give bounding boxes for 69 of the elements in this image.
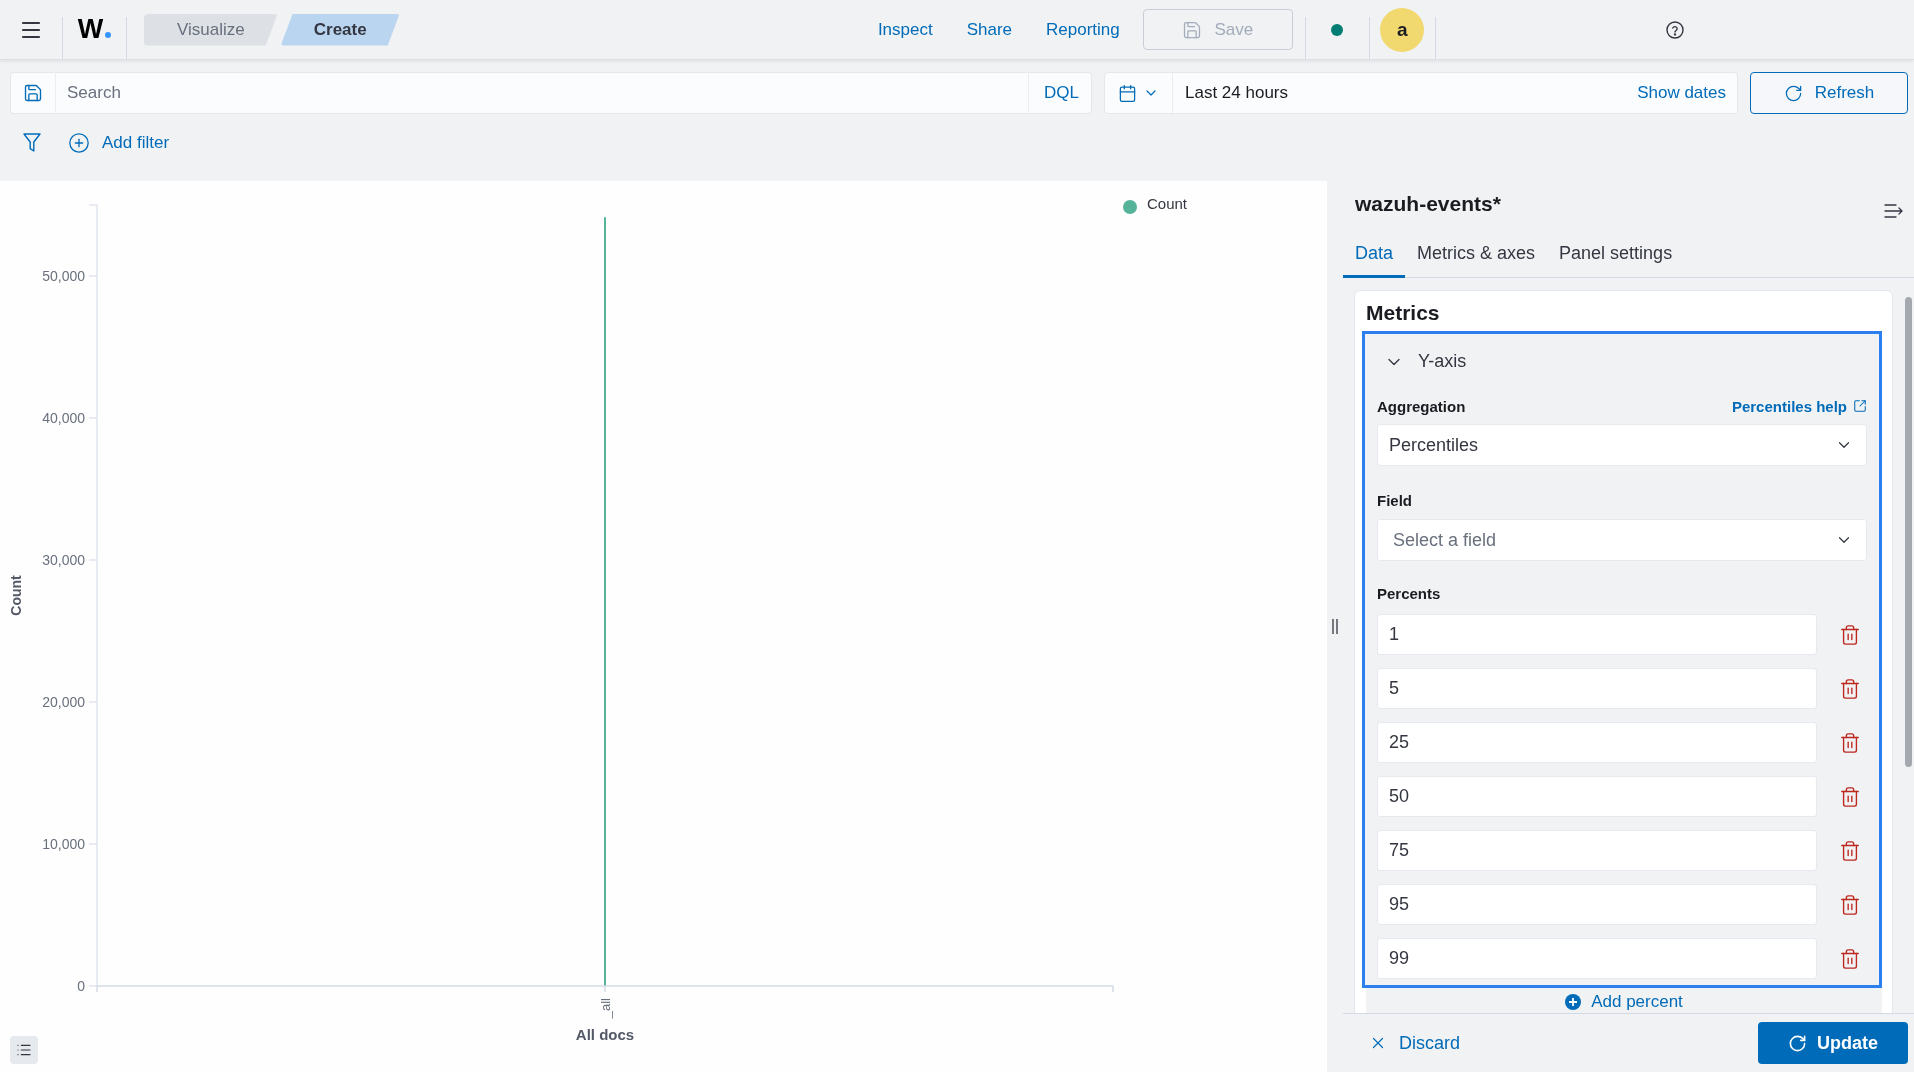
status-dot-icon <box>1331 23 1344 36</box>
plus-circle-icon <box>1565 994 1582 1010</box>
help-icon[interactable] <box>1665 20 1684 39</box>
tab[interactable]: Data <box>1343 232 1406 278</box>
collapse-panel-icon[interactable] <box>1884 204 1904 218</box>
nav-link[interactable]: Share <box>966 19 1013 40</box>
x-axis-title: All docs <box>575 1026 635 1043</box>
percent-input[interactable]: 95 <box>1377 884 1817 925</box>
trash-icon[interactable] <box>1839 731 1861 754</box>
app-logo[interactable]: W <box>77 14 112 45</box>
legend-toggle-button[interactable] <box>10 1036 38 1064</box>
trash-icon[interactable] <box>1839 623 1861 646</box>
external-link-icon <box>1853 399 1867 413</box>
add-percent-button[interactable]: Add percent <box>1565 992 1683 1012</box>
category-label: _all <box>597 998 613 1019</box>
discard-button[interactable]: Discard <box>1369 1032 1460 1054</box>
percent-input[interactable]: 25 <box>1377 722 1817 763</box>
calendar-icon <box>1118 83 1137 103</box>
nav-link[interactable]: Inspect <box>877 19 933 40</box>
percent-input[interactable]: 75 <box>1377 830 1817 871</box>
legend-label[interactable]: Count <box>1147 194 1188 212</box>
saved-query-button[interactable] <box>10 72 56 114</box>
accordion-toggle[interactable]: Y-axis <box>1377 334 1467 389</box>
trash-icon[interactable] <box>1839 947 1861 970</box>
refresh-icon <box>1788 1033 1807 1053</box>
filter-icon[interactable] <box>23 133 41 153</box>
help-link[interactable]: Percentiles help <box>1731 397 1867 415</box>
refresh-button[interactable]: Refresh <box>1750 72 1908 114</box>
refresh-icon <box>1783 83 1803 103</box>
trash-icon[interactable] <box>1839 893 1861 916</box>
show-dates-link[interactable]: Show dates <box>1626 73 1737 113</box>
add-filter-button[interactable]: Add filter <box>68 132 170 154</box>
trash-icon[interactable] <box>1839 677 1861 700</box>
resize-handle-icon[interactable] <box>1332 619 1338 634</box>
y-tick-label: 50,000 <box>42 268 85 284</box>
trash-icon[interactable] <box>1839 839 1861 862</box>
time-range-button[interactable]: Last 24 hours <box>1173 73 1627 113</box>
breadcrumb[interactable]: Visualize <box>144 13 278 46</box>
y-tick-label: 20,000 <box>42 694 85 710</box>
field-label: Aggregation <box>1377 397 1466 415</box>
plus-circle-icon <box>68 132 90 154</box>
percent-input[interactable]: 99 <box>1377 938 1817 979</box>
y-tick-label: 0 <box>77 978 85 994</box>
field-select[interactable]: Select a field <box>1377 519 1867 561</box>
trash-icon[interactable] <box>1839 785 1861 808</box>
field-label: Percents <box>1377 584 1441 602</box>
field-label: Field <box>1377 491 1412 509</box>
scrollbar-thumb[interactable] <box>1905 297 1912 767</box>
y-tick-label: 30,000 <box>42 552 85 568</box>
nav-link[interactable]: Reporting <box>1046 19 1120 40</box>
breadcrumb[interactable]: Create <box>280 13 400 46</box>
query-language-button[interactable]: DQL <box>1028 72 1092 114</box>
y-tick-label: 40,000 <box>42 410 85 426</box>
user-avatar[interactable]: a <box>1380 7 1425 52</box>
y-tick-label: 10,000 <box>42 836 85 852</box>
percent-input[interactable]: 50 <box>1377 776 1817 817</box>
search-field[interactable]: Search <box>56 72 1029 114</box>
aggregation-select[interactable]: Percentiles <box>1377 424 1867 466</box>
save-icon <box>23 83 43 103</box>
update-button[interactable]: Update <box>1758 1022 1908 1064</box>
percent-input[interactable]: 1 <box>1377 614 1817 655</box>
y-axis-title: Count <box>8 575 24 616</box>
tab[interactable]: Panel settings <box>1547 232 1685 278</box>
save-icon <box>1182 19 1203 40</box>
tab[interactable]: Metrics & axes <box>1405 232 1548 278</box>
index-pattern-title: wazuh-events* <box>1355 191 1501 217</box>
percent-input[interactable]: 5 <box>1377 668 1817 709</box>
section-title: Metrics <box>1365 302 1441 324</box>
list-icon <box>16 1042 32 1058</box>
